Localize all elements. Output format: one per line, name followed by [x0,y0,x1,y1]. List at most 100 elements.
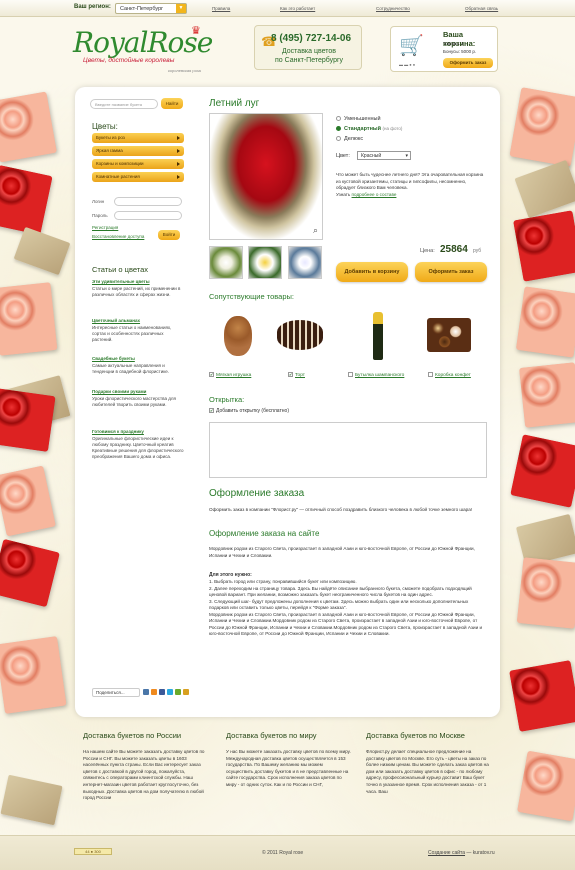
add-card-checkbox[interactable]: ✔ Добавить открытку (бесплатно) [209,408,289,414]
order-steps: 1. Выбрать город или страну, понравивший… [209,579,483,636]
envelope-decoration [514,159,575,219]
roses-photo-decoration [516,557,575,629]
ok-icon[interactable] [151,689,157,695]
article-description: Статьи о мире растений, их применении в … [92,286,181,297]
category-baskets[interactable]: Корзины и композиции [92,159,184,169]
size-option-standard[interactable]: Стандартный (на фото) [336,126,402,132]
login-button[interactable]: Войти [158,230,180,240]
related-item[interactable]: Бутылка шампанского [348,372,404,378]
region-select[interactable]: Санкт-Петербург ▼ [115,3,187,14]
roses-photo-decoration [0,538,60,608]
composition-link[interactable]: подробнее о составе [352,192,397,197]
order-title: Оформление заказа [209,488,305,499]
related-item-label: Торт [295,372,305,378]
article-description: Оригинальные флористические идеи к любом… [92,436,184,459]
vk-icon[interactable] [143,689,149,695]
related-item[interactable]: ✔ Мягкая игрушка [209,372,251,378]
visit-counter[interactable]: 44 ● 300 [74,848,112,855]
article-link[interactable]: Эти удивительные цветы [92,279,150,284]
radio-icon [336,116,341,122]
category-plants[interactable]: Комнатные растения [92,172,184,182]
roses-photo-decoration [0,282,58,356]
order-intro: Оформить заказ в компании "Флорист.ру" —… [209,507,473,512]
footer-russia-text: На нашем сайте Вы можете заказать достав… [83,749,205,801]
search-input[interactable]: Введите название букета [90,99,158,109]
category-roses[interactable]: Букеты из роз [92,133,184,143]
roses-photo-decoration [515,286,575,358]
rules-link[interactable]: Правила [212,6,230,11]
price-label: Цена: [420,248,435,254]
article-description: Самые актуальные направления и тенденции… [92,363,170,374]
teddy-bear-image[interactable] [214,306,262,364]
region-label: Ваш регион: [74,4,111,10]
checkout-button[interactable]: Оформить заказ [443,58,493,68]
phone-box: ☎ 8 (495) 727-14-06 Доставка цветов по С… [254,25,362,70]
article-description: Уроки флористического мастерства для люб… [92,396,176,407]
how-it-works-link[interactable]: Как это работает [280,6,315,11]
product-thumbnail[interactable] [248,246,282,279]
size-option-deluxe[interactable]: Делюкс [336,136,363,142]
twitter-icon[interactable] [167,689,173,695]
add-to-cart-button[interactable]: Добавить в корзину [336,262,408,282]
order-steps-title: Для этого нужно: [209,572,252,578]
made-by-link[interactable]: Создание сайта [428,850,465,856]
roses-photo-decoration [509,660,575,732]
password-input[interactable] [114,211,182,220]
learn-more-text: Узнать [336,191,351,197]
card-text-area[interactable] [209,422,487,478]
radio-icon [336,136,341,142]
related-item[interactable]: Коробка конфет [428,372,471,378]
cooperation-link[interactable]: Сотрудничество [376,6,410,11]
related-item[interactable]: ✔ Торт [288,372,305,378]
checkbox-icon [348,372,353,377]
roses-photo-decoration [519,362,575,428]
cake-image[interactable] [275,306,323,364]
login-input[interactable] [114,197,182,206]
related-item-label: Коробка конфет [435,372,471,378]
related-title: Сопутствующие товары: [209,292,294,301]
logo[interactable]: RoyalRose ♛ Цветы, достойные королевы ко… [73,25,213,76]
price-value: 25864 [440,244,468,255]
size-option-small[interactable]: Уменьшенный [336,116,381,122]
flowers-title: Цветы: [92,122,118,131]
search-button[interactable]: Найти [161,98,183,109]
cart-icon[interactable]: 🛒 [399,33,424,58]
facebook-icon[interactable] [159,689,165,695]
category-bright[interactable]: Яркая гамма [92,146,184,156]
article-link[interactable]: Свадебные букеты [92,356,135,361]
product-thumbnail[interactable] [209,246,243,279]
delivery-city-text: по Санкт-Петербургу [274,57,344,64]
logo-subtitle: королевская роза [168,68,201,73]
related-item-label: Мягкая игрушка [216,372,252,378]
mail-icon[interactable] [183,689,189,695]
checkbox-icon [428,372,433,377]
feedback-link[interactable]: Обратная связь [465,6,498,11]
roses-photo-decoration [0,91,57,163]
color-select[interactable]: Красный ▾ [357,151,411,160]
bookmark-icon[interactable] [175,689,181,695]
copyright: © 2011 Royal rose [262,850,304,856]
restore-access-link[interactable]: Восстановление доступа [92,234,144,239]
register-link[interactable]: Регистрация [92,225,118,230]
candy-box-image[interactable] [425,306,473,364]
roses-photo-decoration [509,87,575,167]
footer-world-text: У нас Вы можете заказать доставку цветов… [226,749,351,787]
cart-goods-count: Товары: 1 [443,41,464,46]
footer-moscow-text: Флорист.ру делает специальное предложени… [366,749,489,794]
made-by-site: — kuratov.ru [465,850,495,856]
order-button[interactable]: Оформить заказ [415,262,487,282]
roses-photo-decoration [513,210,575,282]
related-item-label: Бутылка шампанского [355,372,405,378]
roses-photo-decoration [0,388,56,452]
article-link[interactable]: Подарки своими руками [92,389,146,394]
product-thumbnail[interactable] [288,246,322,279]
region-value: Санкт-Петербург [120,6,164,12]
share-button[interactable]: Поделиться... [92,688,140,697]
article-link[interactable]: Готовимся к празднику [92,429,144,434]
product-photo[interactable]: ⌕ [209,113,323,240]
phone-number: 8 (495) 727-14-06 [271,33,352,44]
article-link[interactable]: Цветочный альманах [92,318,140,323]
color-value: Красный [361,153,382,159]
zoom-icon[interactable]: ⌕ [313,225,318,236]
champagne-image[interactable] [354,306,402,364]
